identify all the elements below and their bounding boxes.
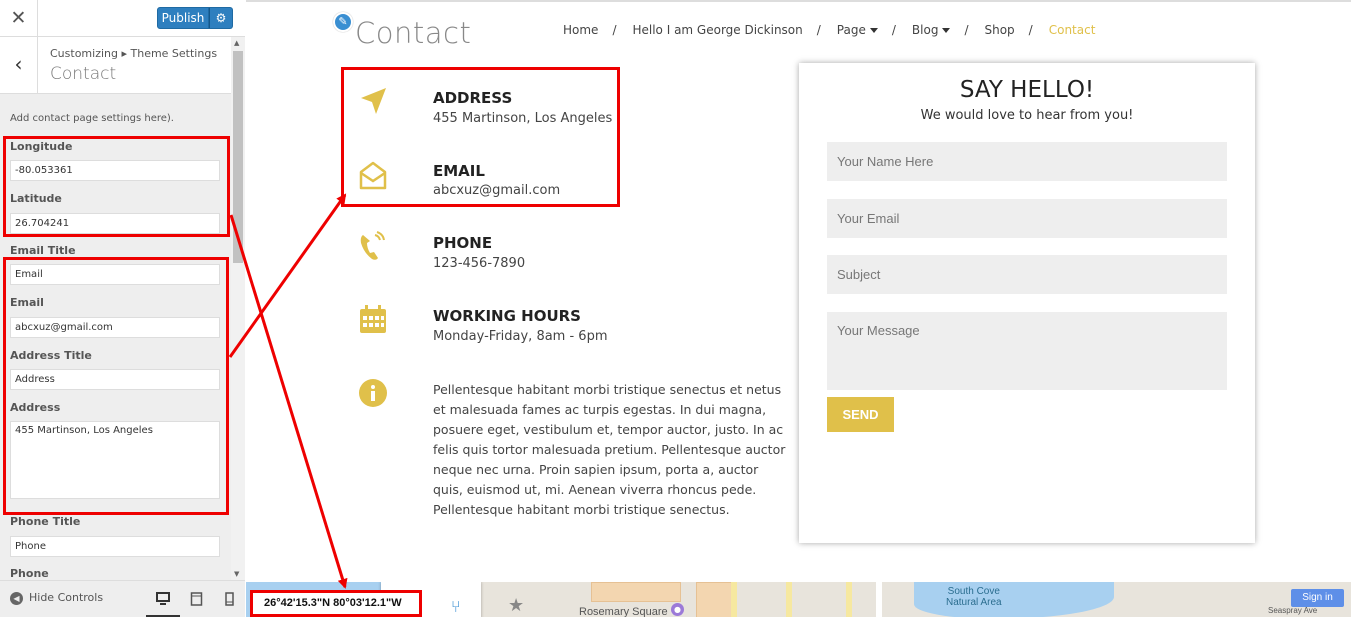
nav-item-home[interactable]: Home — [563, 23, 598, 37]
name-input[interactable]: Your Name Here — [827, 142, 1227, 181]
contact-form-card: SAY HELLO! We would love to hear from yo… — [799, 63, 1255, 543]
shopping-bag-pin-icon[interactable]: ● — [671, 603, 684, 616]
phone-title-label: Phone Title — [10, 515, 81, 528]
south-cove-line-1: South Cove — [947, 586, 1000, 597]
south-cove-line-2: Natural Area — [946, 597, 1002, 608]
hide-controls-label: Hide Controls — [29, 591, 104, 604]
email-title-label: Email Title — [10, 244, 76, 257]
customizer-footer: ◀ Hide Controls — [0, 580, 245, 617]
annotation-box-contact-fields — [3, 257, 229, 515]
back-chevron-icon[interactable]: ‹ — [0, 37, 38, 94]
email-form-input[interactable]: Your Email — [827, 199, 1227, 238]
hide-controls-button[interactable]: ◀ Hide Controls — [10, 591, 103, 605]
map-building — [696, 582, 736, 617]
nav-item-hello[interactable]: Hello I am George Dickinson — [632, 23, 802, 37]
google-map[interactable]: ⑂ ★ 26°42'15.3"N 80°03'12.1"W Rosemary S… — [246, 582, 1351, 617]
nav-item-contact[interactable]: Contact — [1049, 23, 1096, 37]
nav-item-page-label: Page — [836, 23, 866, 37]
directions-icon[interactable]: ⑂ — [451, 597, 461, 616]
close-customizer-button[interactable]: ✕ — [0, 0, 38, 37]
mobile-icon[interactable] — [222, 591, 236, 607]
map-road — [876, 582, 882, 617]
phone-value: 123-456-7890 — [433, 256, 526, 271]
map-road — [846, 582, 852, 617]
customizer-top-bar: ✕ Publish ⚙ — [0, 0, 245, 37]
contact-description-paragraph: Pellentesque habitant morbi tristique se… — [433, 382, 786, 517]
controls-scrollbar[interactable]: ▲ ▼ — [231, 37, 245, 580]
section-header: ‹ Customizing ▸ Theme Settings Contact — [0, 37, 231, 94]
subject-input[interactable]: Subject — [827, 255, 1227, 294]
map-label-seaspray-ave: Seaspray Ave — [1268, 606, 1318, 615]
map-lake — [914, 582, 1114, 617]
nav-separator: / — [891, 23, 896, 37]
form-subheading: We would love to hear from you! — [920, 108, 1134, 123]
nav-separator: / — [816, 23, 821, 37]
scrollbar-thumb[interactable] — [233, 51, 243, 263]
send-button[interactable]: SEND — [827, 397, 894, 432]
nav-item-blog[interactable]: Blog — [912, 23, 951, 37]
form-heading: SAY HELLO! — [959, 77, 1095, 103]
breadcrumb: Customizing ▸ Theme Settings — [50, 47, 218, 60]
working-hours-title: WORKING HOURS — [433, 307, 581, 325]
phone-title-input[interactable]: Phone — [10, 536, 220, 557]
collapse-arrow-icon: ◀ — [10, 591, 23, 605]
nav-separator: / — [1028, 23, 1033, 37]
tablet-icon[interactable] — [190, 591, 204, 607]
nav-separator: / — [612, 23, 617, 37]
main-navigation: Home / Hello I am George Dickinson / Page / Bl… — [563, 23, 1095, 37]
publish-settings-gear-icon[interactable]: ⚙ — [209, 7, 233, 29]
page-title: Contact — [355, 16, 472, 50]
nav-separator: / — [964, 23, 969, 37]
publish-button[interactable]: Publish — [157, 7, 209, 29]
message-textarea[interactable]: Your Message — [827, 312, 1227, 390]
scroll-down-arrow-icon[interactable]: ▼ — [234, 570, 239, 578]
nav-item-blog-label: Blog — [911, 23, 939, 37]
annotation-box-address-email — [341, 67, 620, 207]
info-circle-icon — [359, 379, 387, 407]
phone-label: Phone — [10, 567, 49, 580]
nav-item-shop[interactable]: Shop — [984, 23, 1014, 37]
save-star-icon[interactable]: ★ — [508, 595, 524, 616]
map-label-south-cove: South Cove Natural Area — [946, 586, 1002, 608]
caret-down-icon — [942, 28, 951, 33]
annotation-box-coordinates — [3, 136, 230, 237]
edit-shortcut-pencil-icon[interactable]: ✎ — [333, 12, 353, 32]
map-label-rosemary-square: Rosemary Square — [579, 606, 668, 617]
map-road — [731, 582, 737, 617]
map-road — [786, 582, 792, 617]
working-hours-value: Monday-Friday, 8am - 6pm — [433, 329, 608, 344]
map-coordinates-readout: 26°42'15.3"N 80°03'12.1"W — [250, 590, 422, 617]
desktop-icon[interactable] — [156, 591, 170, 607]
section-description: Add contact page settings here). — [10, 113, 174, 124]
nav-item-page[interactable]: Page — [837, 23, 878, 37]
map-building — [591, 582, 681, 602]
scroll-up-arrow-icon[interactable]: ▲ — [234, 39, 239, 47]
map-sign-in-button[interactable]: Sign in — [1291, 589, 1344, 607]
calendar-icon — [360, 305, 386, 333]
phone-title: PHONE — [433, 234, 493, 252]
phone-icon — [360, 231, 385, 260]
caret-down-icon — [869, 28, 878, 33]
section-title: Contact — [50, 64, 117, 84]
